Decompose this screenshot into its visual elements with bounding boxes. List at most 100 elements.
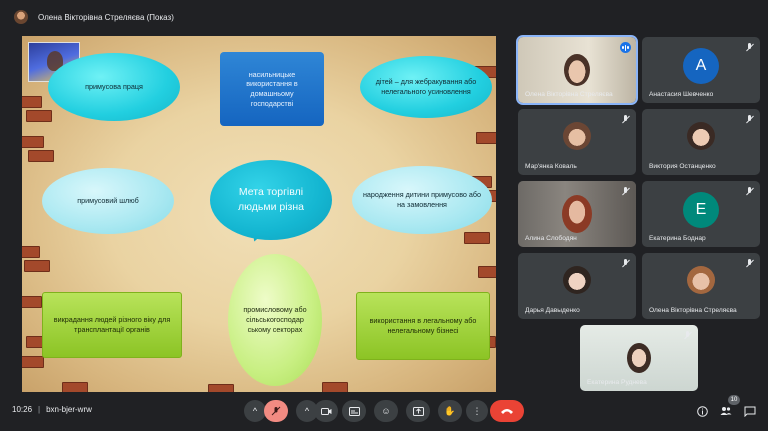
shape-text: примусова праця <box>85 82 143 92</box>
avatar: A <box>683 48 719 84</box>
participant-tile[interactable]: Виктория Останценко <box>642 109 760 175</box>
mic-off-icon <box>745 115 754 124</box>
separator: | <box>38 405 41 414</box>
participant-video <box>564 54 590 86</box>
mic-off-icon <box>621 115 630 124</box>
speaking-indicator-icon <box>620 42 631 53</box>
participant-name: Мар'янка Коваль <box>525 163 577 170</box>
camera-toggle-button[interactable] <box>314 400 338 422</box>
participant-name: Олена Вікторівна Стреляєва <box>649 307 737 314</box>
center-bubble-text: Мета торгівлі людьми різна <box>238 185 304 213</box>
mic-off-icon <box>621 259 630 268</box>
avatar <box>563 122 591 150</box>
meeting-code: bxn-bjer-wrw <box>46 405 92 414</box>
participant-tile[interactable]: A Анастасия Шевченко <box>642 37 760 103</box>
chevron-up-icon: ^ <box>252 405 258 416</box>
audio-options-button[interactable]: ^ <box>244 400 266 422</box>
bottom-bar: 10:26 | bxn-bjer-wrw ^ ^ ☺ ✋ ⋮ <box>0 392 768 431</box>
participant-tile[interactable]: Мар'янка Коваль <box>518 109 636 175</box>
participant-tile[interactable]: E Екатерина Боднар <box>642 181 760 247</box>
self-view-tile[interactable]: Екатерина Руднева <box>580 325 698 391</box>
more-vert-icon: ⋮ <box>472 405 482 416</box>
captions-icon <box>348 406 360 416</box>
mic-off-icon <box>745 43 754 52</box>
chat-button[interactable] <box>742 403 758 419</box>
avatar: E <box>683 192 719 228</box>
brick-decoration <box>476 132 496 144</box>
end-call-button[interactable] <box>490 400 524 422</box>
shape-industrial-sector: промисловому або сільськогосподар ському… <box>228 254 322 386</box>
participant-tile[interactable]: Алина Слободян <box>518 181 636 247</box>
brick-decoration <box>208 384 234 392</box>
shape-child-birth: народження дитини примусово або на замов… <box>352 166 492 234</box>
meeting-info: 10:26 | bxn-bjer-wrw <box>12 405 92 414</box>
presented-slide: примусова праця насильницьке використанн… <box>22 36 496 392</box>
participant-name: Дарья Давыденко <box>525 307 580 314</box>
participant-tile[interactable]: Дарья Давыденко <box>518 253 636 319</box>
mic-off-icon <box>745 259 754 268</box>
shape-forced-labor: примусова праця <box>48 53 180 121</box>
people-icon <box>720 407 732 415</box>
present-icon <box>412 406 424 416</box>
mic-off-icon <box>683 331 692 340</box>
participant-name: Екатерина Руднева <box>587 379 647 386</box>
participant-count-badge: 10 <box>728 395 740 405</box>
present-screen-button[interactable] <box>406 400 430 422</box>
center-bubble: Мета торгівлі людьми різна <box>210 160 332 240</box>
chevron-up-icon: ^ <box>304 405 310 416</box>
shape-text: промисловому або сільськогосподар ському… <box>243 305 307 334</box>
info-icon <box>696 405 708 417</box>
shape-domestic-violence: насильницьке використання в домашньому г… <box>220 52 324 126</box>
meeting-details-button[interactable] <box>694 403 710 419</box>
participant-name: Алина Слободян <box>525 235 577 242</box>
brick-decoration <box>22 96 42 108</box>
captions-button[interactable] <box>342 400 366 422</box>
end-call-icon <box>501 409 513 414</box>
participant-name: Олена Вікторівна Стреляєва <box>525 91 613 98</box>
shape-business-use: використання в легальному або нелегально… <box>356 292 490 360</box>
shape-text: використання в легальному або нелегально… <box>369 316 477 335</box>
mic-off-icon <box>745 187 754 196</box>
top-bar: Олена Вікторівна Стреляєва (Показ) <box>0 0 768 34</box>
brick-decoration <box>464 232 490 244</box>
mic-off-icon <box>271 406 281 416</box>
shape-text: народження дитини примусово або на замов… <box>362 190 482 209</box>
raise-hand-button[interactable]: ✋ <box>438 400 462 422</box>
microphone-toggle-button[interactable] <box>264 400 288 422</box>
hand-icon: ✋ <box>444 405 456 416</box>
brick-decoration <box>22 296 42 308</box>
clock-time: 10:26 <box>12 405 33 414</box>
shape-text: дітей – для жебракування або нелегальног… <box>375 77 477 96</box>
participant-tile[interactable]: Олена Вікторівна Стреляєва <box>516 35 638 105</box>
shape-organ-trafficking: викрадання людей різного віку для трансп… <box>42 292 182 358</box>
brick-decoration <box>26 110 52 122</box>
shape-children-begging: дітей – для жебракування або нелегальног… <box>360 56 492 118</box>
emoji-icon: ☺ <box>381 405 391 416</box>
avatar <box>563 266 591 294</box>
presenter-title: Олена Вікторівна Стреляєва (Показ) <box>38 12 174 22</box>
brick-decoration <box>62 382 88 392</box>
avatar <box>687 122 715 150</box>
shape-forced-marriage: примусовий шлюб <box>42 168 174 234</box>
brick-decoration <box>322 382 348 392</box>
brick-decoration <box>24 260 50 272</box>
people-button[interactable] <box>718 403 734 419</box>
participant-video <box>562 195 592 233</box>
brick-decoration <box>22 136 44 148</box>
participant-name: Виктория Останценко <box>649 163 716 170</box>
more-options-button[interactable]: ⋮ <box>466 400 488 422</box>
shape-text: викрадання людей різного віку для трансп… <box>53 315 171 334</box>
brick-decoration <box>22 356 44 368</box>
shape-text: насильницьке використання в домашньому г… <box>246 69 298 108</box>
participant-tile[interactable]: Олена Вікторівна Стреляєва <box>642 253 760 319</box>
brick-decoration <box>28 150 54 162</box>
participant-name: Екатерина Боднар <box>649 235 706 242</box>
brick-decoration <box>22 246 40 258</box>
participant-video <box>627 343 651 373</box>
chat-icon <box>744 406 756 417</box>
avatar <box>687 266 715 294</box>
presenter-avatar <box>14 10 28 24</box>
mic-off-icon <box>621 187 630 196</box>
camera-icon <box>320 407 331 415</box>
reactions-button[interactable]: ☺ <box>374 400 398 422</box>
